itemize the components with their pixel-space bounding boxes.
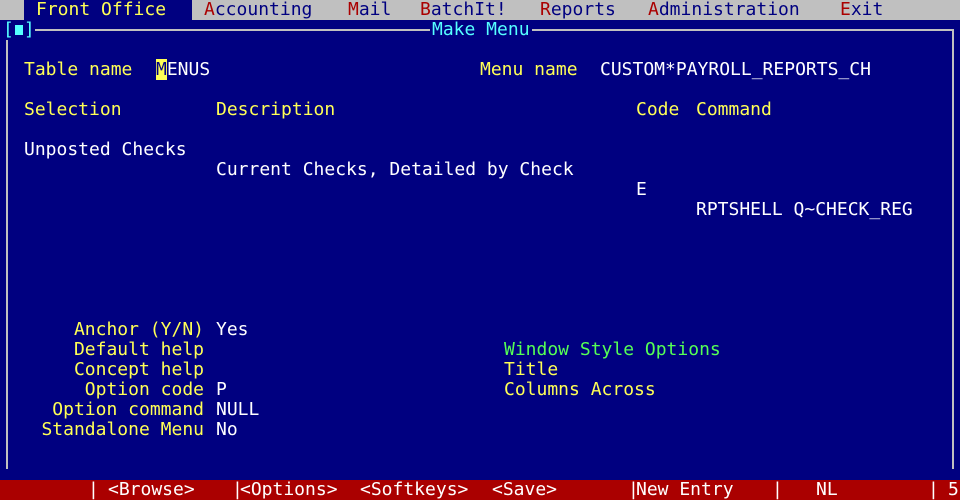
option-command-field[interactable]: NULL [216, 400, 259, 420]
menu-label: atchIt! [430, 0, 507, 20]
window-close-button[interactable]: [] [3, 20, 35, 40]
softkeys-softkey[interactable]: <Softkeys> [360, 480, 468, 500]
header-selection: Selection [24, 99, 122, 120]
browse-softkey[interactable]: <Browse> [108, 480, 195, 500]
menu-name-label: Menu name [480, 59, 578, 80]
menu-label: ail [358, 0, 392, 20]
menu-mail[interactable]: Mail [348, 0, 391, 20]
text-cursor: M [156, 59, 167, 80]
menu-label: ccounting [214, 0, 313, 20]
cell-code: E [636, 179, 647, 200]
page-indicator: 5 [948, 479, 959, 500]
status-separator: | [88, 479, 99, 500]
menu-hotkey: A [648, 0, 659, 20]
concept-help-field[interactable] [216, 360, 336, 380]
menu-hotkey: F [36, 0, 47, 20]
options-softkey[interactable]: <Options> [240, 480, 338, 500]
table-name-value: ENUS [166, 59, 211, 80]
window-style-columns-label: Columns Across [504, 379, 656, 400]
table-name-field[interactable]: MENUS [156, 59, 211, 80]
menu-label: xit [850, 0, 884, 20]
menu-front-office[interactable]: Front Office [24, 0, 192, 20]
option-code-label: Option code [84, 379, 204, 400]
menu-accounting[interactable]: Accounting [204, 0, 312, 20]
anchor-field[interactable]: Yes [216, 320, 249, 340]
menu-bar: Front Office Accounting Mail BatchIt! Re… [0, 0, 960, 20]
header-code: Code [636, 99, 680, 120]
close-icon [14, 25, 23, 35]
locale-indicator: NL [816, 479, 838, 500]
anchor-label: Anchor (Y/N) [73, 319, 204, 340]
concept-help-label: Concept help [73, 359, 204, 380]
status-separator: | [928, 479, 939, 500]
menu-batchit[interactable]: BatchIt! [420, 0, 507, 20]
status-separator: | [772, 479, 783, 500]
menu-label: ront Office [46, 0, 167, 20]
window-style-title-label: Title [504, 359, 559, 380]
status-bar: | <Browse> | <Options> <Softkeys> <Save>… [0, 480, 960, 500]
save-softkey[interactable]: <Save> [492, 480, 557, 500]
menu-reports[interactable]: Reports [540, 0, 616, 20]
cell-description: Current Checks, Detailed by Check [216, 159, 574, 180]
menu-hotkey: R [540, 0, 551, 20]
standalone-menu-label: Standalone Menu [41, 419, 204, 440]
menu-label: dministration [658, 0, 800, 20]
option-command-label: Option command [52, 399, 204, 420]
default-help-label: Default help [73, 339, 204, 360]
header-command: Command [696, 99, 772, 120]
header-description: Description [216, 99, 336, 120]
mode-indicator: New Entry [636, 479, 734, 500]
option-code-field[interactable]: P [216, 380, 227, 400]
menu-label: eports [550, 0, 616, 20]
menu-exit[interactable]: Exit [840, 0, 883, 20]
menu-name-field[interactable]: CUSTOM*PAYROLL_REPORTS_CH [600, 60, 871, 80]
menu-hotkey: E [840, 0, 851, 20]
close-bracket-left: [ [3, 19, 14, 40]
menu-hotkey: M [348, 0, 359, 20]
table-row[interactable]: Unposted Checks Current Checks, Detailed… [0, 120, 960, 220]
menu-administration[interactable]: Administration [648, 0, 800, 20]
window-style-heading: Window Style Options [504, 339, 721, 360]
menu-hotkey: B [420, 0, 431, 20]
close-bracket-right: ] [23, 19, 35, 40]
table-name-label: Table name [24, 59, 133, 80]
default-help-field[interactable] [216, 340, 336, 360]
cell-selection: Unposted Checks [24, 139, 187, 160]
window-title: Make Menu [430, 19, 532, 40]
cell-command: RPTSHELL Q~CHECK_REG [696, 199, 913, 220]
standalone-menu-field[interactable]: No [216, 420, 238, 440]
menu-hotkey: A [204, 0, 215, 20]
